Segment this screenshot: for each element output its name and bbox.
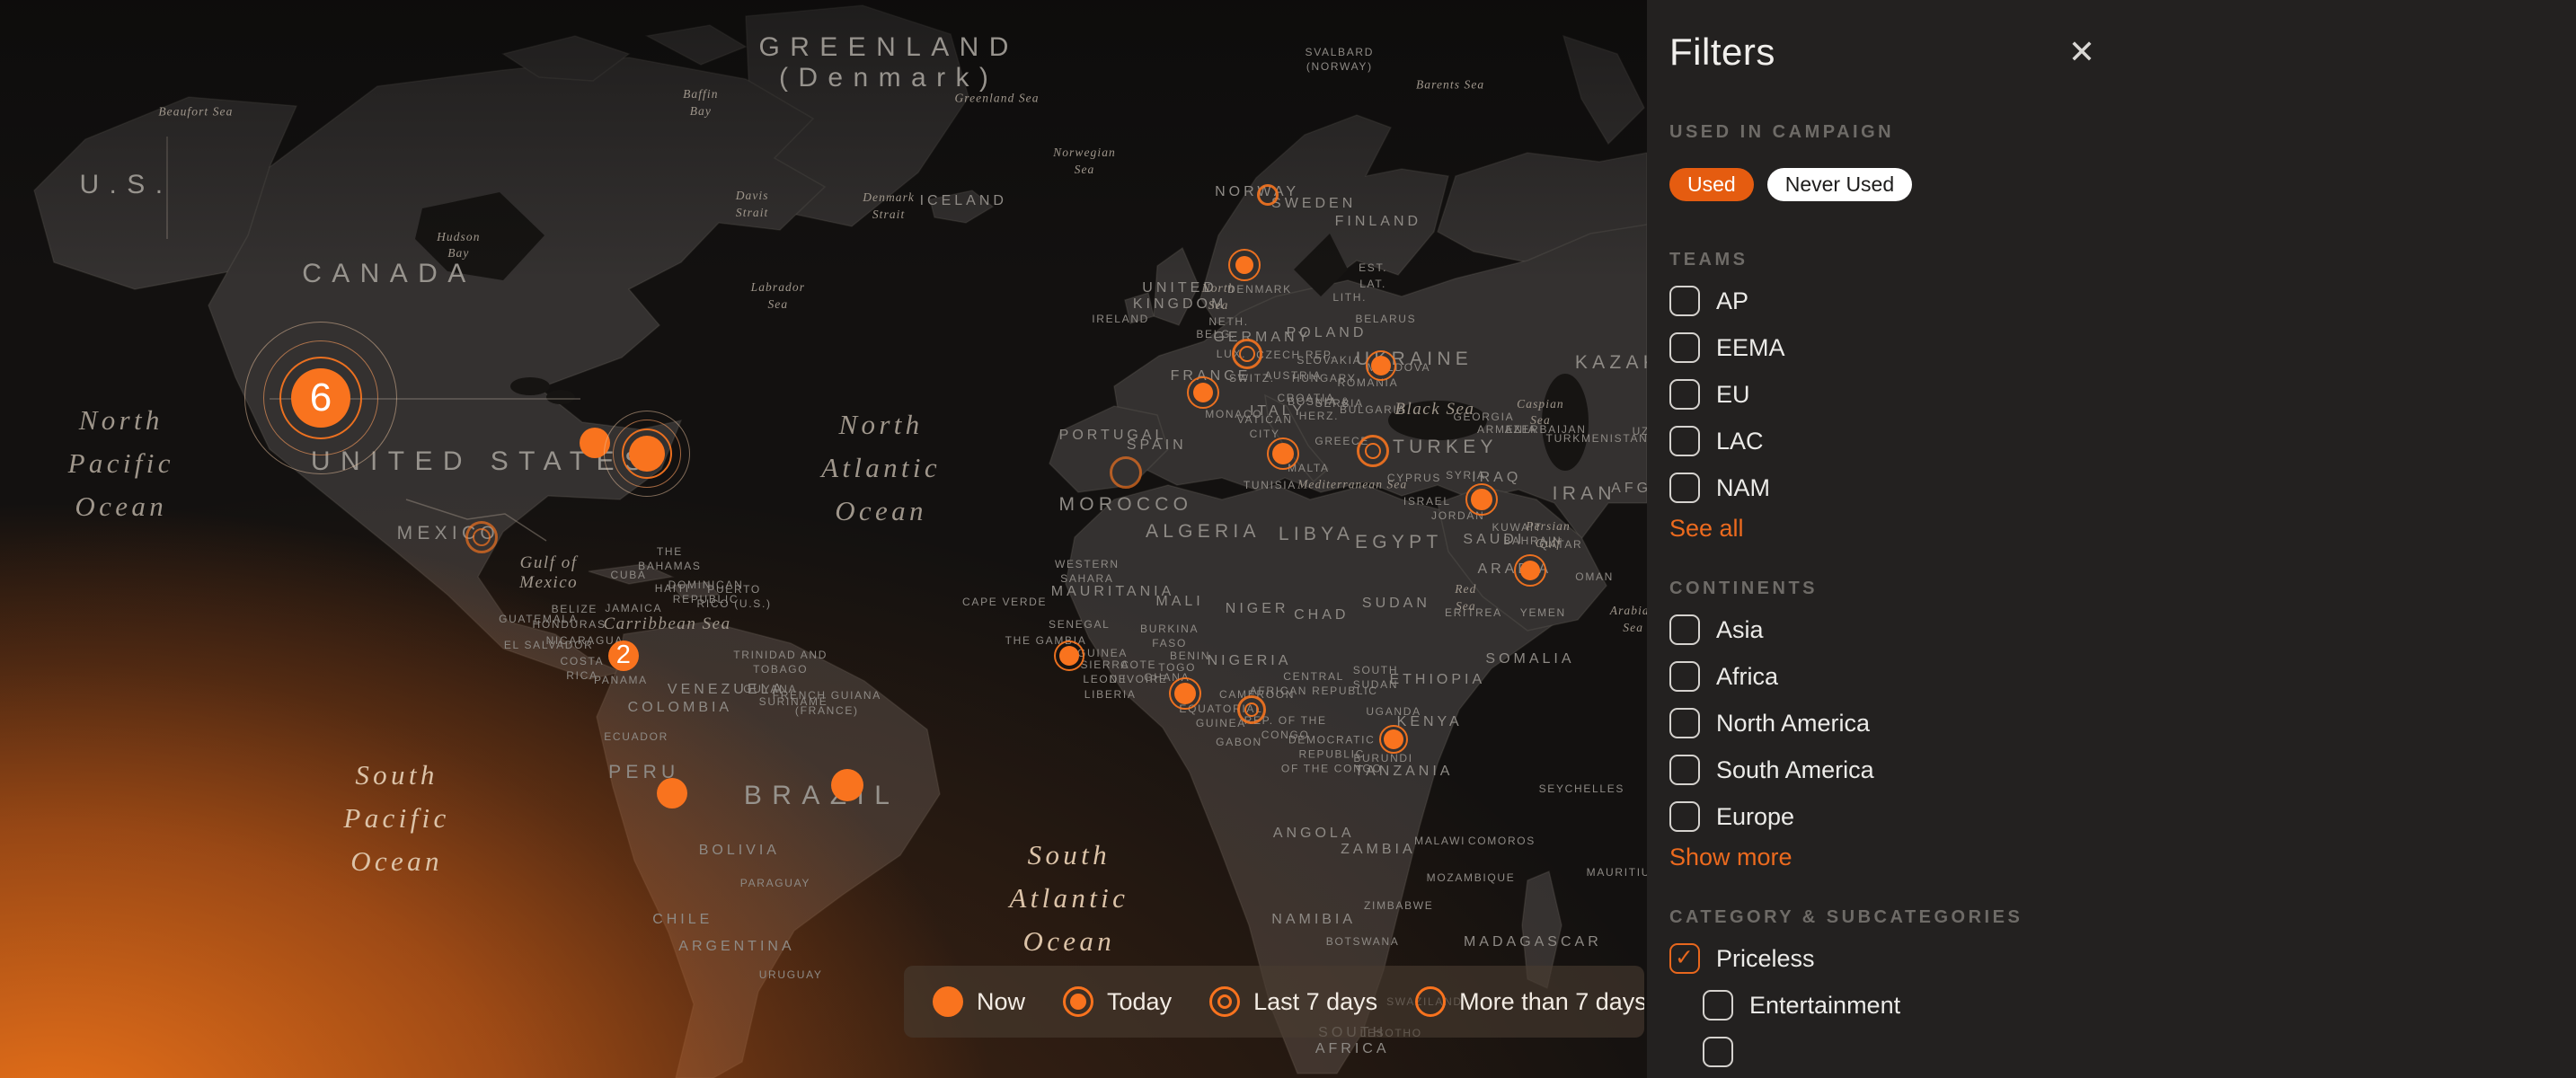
team-row-eu: EU bbox=[1669, 371, 2576, 418]
continent-row-europe: Europe bbox=[1669, 793, 2576, 840]
team-row-ap: AP bbox=[1669, 278, 2576, 324]
team-label-lac: LAC bbox=[1716, 428, 1764, 455]
legend-item-last-7-days: Last 7 days bbox=[1208, 985, 1377, 1019]
team-row-nam: NAM bbox=[1669, 464, 2576, 511]
team-label-eema: EEMA bbox=[1716, 334, 1785, 362]
continent-row-africa: Africa bbox=[1669, 653, 2576, 700]
marker-dot bbox=[1059, 646, 1079, 666]
team-checkbox-nam[interactable] bbox=[1669, 473, 1700, 503]
team-checkbox-eema[interactable] bbox=[1669, 332, 1700, 363]
continents-header: CONTINENTS bbox=[1669, 579, 2576, 599]
continent-label-africa: Africa bbox=[1716, 663, 1778, 691]
marker-ring bbox=[1232, 339, 1262, 369]
team-label-nam: NAM bbox=[1716, 474, 1770, 502]
pill-used[interactable]: Used bbox=[1669, 168, 1754, 201]
continent-checkbox-south-america[interactable] bbox=[1669, 755, 1700, 785]
map-time-legend: Now Today Last 7 days More than 7 days ago bbox=[904, 966, 1644, 1038]
marker-dot bbox=[831, 769, 863, 801]
category-row-item bbox=[1703, 1029, 2576, 1075]
legend-label: Now bbox=[977, 988, 1025, 1016]
continent-label-europe: Europe bbox=[1716, 803, 1794, 831]
legend-label: More than 7 days ago bbox=[1459, 988, 1644, 1016]
filters-panel-title: Filters bbox=[1669, 31, 1775, 74]
continents-list: Asia Africa North America South America Euro… bbox=[1669, 606, 2576, 840]
legend-item-now: Now bbox=[931, 985, 1025, 1019]
team-row-eema: EEMA bbox=[1669, 324, 2576, 371]
continent-checkbox-asia[interactable] bbox=[1669, 614, 1700, 645]
legend-label: Last 7 days bbox=[1253, 988, 1377, 1016]
category-row-priceless: Priceless bbox=[1669, 935, 2576, 982]
team-checkbox-ap[interactable] bbox=[1669, 286, 1700, 316]
continent-label-south-america: South America bbox=[1716, 756, 1874, 784]
dot-marker-icon bbox=[931, 985, 965, 1019]
team-row-lac: LAC bbox=[1669, 418, 2576, 464]
continent-label-asia: Asia bbox=[1716, 616, 1764, 644]
continent-row-north-america: North America bbox=[1669, 700, 2576, 747]
close-icon[interactable]: ✕ bbox=[2065, 32, 2099, 72]
category-row-entertainment: Entertainment bbox=[1703, 982, 2576, 1029]
marker-dot bbox=[1235, 256, 1253, 274]
team-label-eu: EU bbox=[1716, 381, 1750, 409]
continent-row-asia: Asia bbox=[1669, 606, 2576, 653]
category-list: Priceless Entertainment bbox=[1669, 935, 2576, 1075]
legend-item-today: Today bbox=[1061, 985, 1172, 1019]
used-in-campaign-header: USED IN CAMPAIGN bbox=[1669, 122, 2576, 143]
teams-see-all-link[interactable]: See all bbox=[1669, 515, 1744, 543]
category-label-priceless: Priceless bbox=[1716, 945, 1815, 973]
marker-dot: 2 bbox=[608, 641, 639, 671]
teams-list: AP EEMA EU LAC NAM bbox=[1669, 278, 2576, 511]
marker-dot bbox=[1384, 729, 1403, 749]
category-checkbox-priceless[interactable] bbox=[1669, 943, 1700, 974]
marker-dot bbox=[1174, 683, 1196, 704]
marker-ring bbox=[1110, 456, 1142, 489]
continent-checkbox-europe[interactable] bbox=[1669, 801, 1700, 832]
marker-ring bbox=[1257, 184, 1279, 206]
team-checkbox-lac[interactable] bbox=[1669, 426, 1700, 456]
category-checkbox-item[interactable] bbox=[1703, 1037, 1733, 1067]
marker-ring bbox=[1357, 435, 1389, 467]
continent-checkbox-north-america[interactable] bbox=[1669, 708, 1700, 738]
double-ring-marker-icon bbox=[1208, 985, 1242, 1019]
continent-checkbox-africa[interactable] bbox=[1669, 661, 1700, 692]
continent-label-north-america: North America bbox=[1716, 710, 1870, 738]
continent-row-south-america: South America bbox=[1669, 747, 2576, 793]
pill-never-used[interactable]: Never Used bbox=[1767, 168, 1912, 201]
legend-label: Today bbox=[1107, 988, 1172, 1016]
marker-dot bbox=[1193, 383, 1213, 402]
marker-ring bbox=[1237, 695, 1266, 724]
category-label-entertainment: Entertainment bbox=[1749, 992, 1900, 1020]
marker-dot: 6 bbox=[291, 368, 350, 428]
dot-ring-marker-icon bbox=[1061, 985, 1095, 1019]
marker-dot bbox=[1520, 561, 1540, 580]
marker-dot bbox=[657, 778, 687, 808]
category-header: CATEGORY & SUBCATEGORIES bbox=[1669, 907, 2576, 928]
continents-show-more-link[interactable]: Show more bbox=[1669, 844, 1793, 871]
marker-ring bbox=[465, 521, 498, 553]
team-checkbox-eu[interactable] bbox=[1669, 379, 1700, 410]
marker-dot bbox=[1272, 443, 1294, 464]
ring-marker-icon bbox=[1413, 985, 1447, 1019]
marker-dot bbox=[1371, 356, 1391, 376]
marker-dot bbox=[1471, 489, 1492, 510]
team-label-ap: AP bbox=[1716, 287, 1748, 315]
category-checkbox-entertainment[interactable] bbox=[1703, 990, 1733, 1021]
teams-header: TEAMS bbox=[1669, 250, 2576, 270]
marker-dot bbox=[629, 436, 665, 472]
legend-item-more-than-7-days-ago: More than 7 days ago bbox=[1413, 985, 1644, 1019]
used-in-campaign-toggle: Used Never Used bbox=[1669, 168, 2576, 201]
filters-panel: Filters ✕ USED IN CAMPAIGN Used Never Use… bbox=[1647, 0, 2576, 1078]
